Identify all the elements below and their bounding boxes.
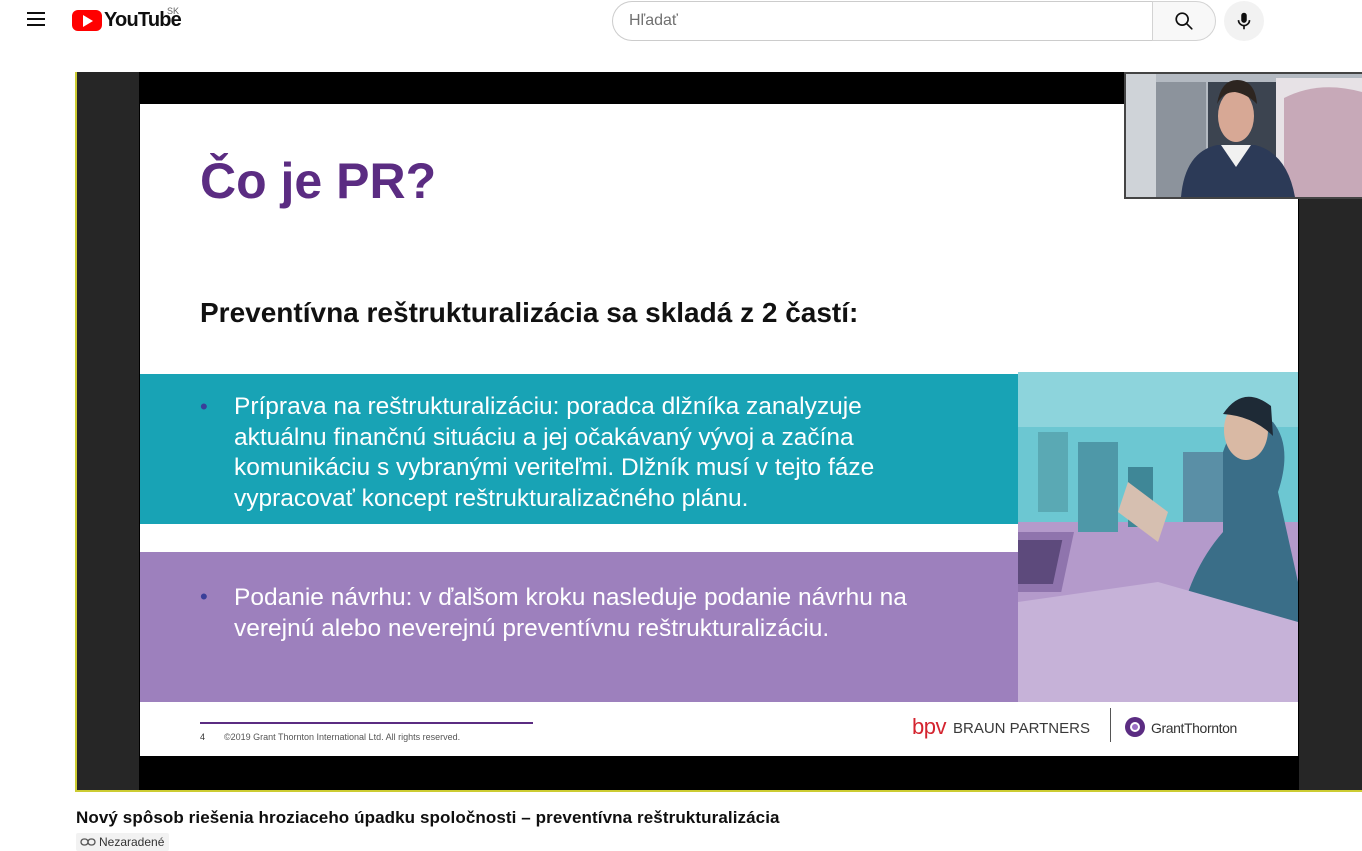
bullet-marker: • (200, 584, 208, 609)
footer-divider (200, 722, 533, 724)
slide-subtitle: Preventívna reštrukturalizácia sa skladá… (200, 297, 859, 328)
presentation-slide: Čo je PR? Preventívna reštrukturalizácia… (140, 104, 1298, 756)
video-title: Nový spôsob riešenia hroziaceho úpadku s… (76, 808, 780, 827)
menu-button[interactable] (24, 8, 50, 30)
youtube-logo[interactable]: YouTube (72, 8, 182, 32)
bpv-logo: bpv (912, 714, 946, 739)
visibility-label: Nezaradené (99, 835, 165, 849)
bullet-band-1: • Príprava na reštrukturalizáciu: poradc… (140, 374, 1018, 524)
logo-divider (1110, 708, 1111, 742)
presenter-webcam (1124, 72, 1362, 199)
slide-bullet-1: Príprava na reštrukturalizáciu: poradca … (234, 393, 875, 512)
slide-page-number: 4 (200, 732, 206, 742)
grant-thornton-logo: GrantThornton (1151, 720, 1237, 736)
slide-bullet-2: Podanie návrhu: v ďalšom kroku nasleduje… (234, 584, 907, 642)
grant-thornton-logo-icon (1125, 717, 1145, 737)
search-input[interactable] (612, 1, 1153, 41)
menu-icon (27, 12, 45, 14)
youtube-play-icon (72, 9, 102, 31)
braun-partners-logo: BRAUN PARTNERS (953, 720, 1090, 737)
top-bar: YouTube SK (0, 0, 1362, 41)
bullet-band-2: • Podanie návrhu: v ďalšom kroku nasledu… (140, 552, 1018, 702)
mic-icon (1237, 12, 1251, 30)
bullet-marker: • (200, 394, 208, 419)
slide-title: Čo je PR? (200, 153, 437, 209)
search-box (612, 1, 1216, 41)
video-player[interactable]: Čo je PR? Preventívna reštrukturalizácia… (75, 72, 1362, 792)
slide-photo (1018, 372, 1298, 702)
visibility-badge: Nezaradené (76, 833, 170, 851)
slide-copyright: ©2019 Grant Thornton International Ltd. … (224, 732, 461, 742)
country-code: SK (167, 6, 180, 16)
voice-search-button[interactable] (1224, 1, 1264, 41)
search-icon (1175, 12, 1193, 30)
link-icon (80, 838, 96, 846)
search-button[interactable] (1152, 1, 1216, 41)
